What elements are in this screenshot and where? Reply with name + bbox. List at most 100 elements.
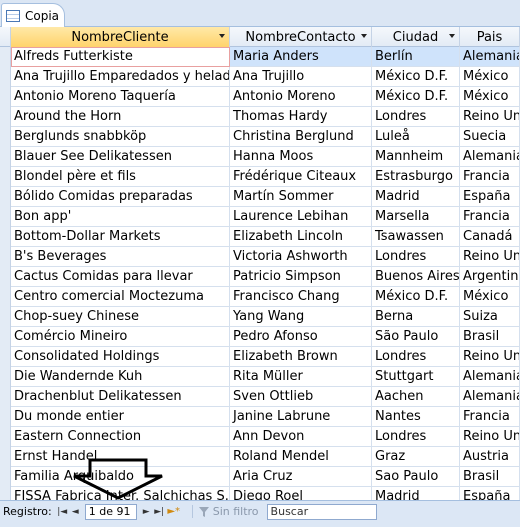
- column-header-ciudad[interactable]: Ciudad: [372, 27, 460, 47]
- table-row[interactable]: Die Wandernde Kuh Rita Müller Stuttgart Ale…: [0, 367, 520, 387]
- row-selector[interactable]: [0, 207, 11, 227]
- table-row[interactable]: Du monde entier Janine Labrune Nantes Franc…: [0, 407, 520, 427]
- table-cell[interactable]: Marsella: [372, 207, 460, 227]
- next-record-button[interactable]: ►: [140, 504, 153, 520]
- column-header-nombrecontacto[interactable]: NombreContacto: [230, 27, 372, 47]
- table-cell[interactable]: Brasil: [460, 327, 520, 347]
- table-cell[interactable]: Rita Müller: [230, 367, 372, 387]
- search-input[interactable]: Buscar: [266, 503, 377, 520]
- table-cell[interactable]: Stuttgart: [372, 367, 460, 387]
- table-cell[interactable]: Eastern Connection: [11, 427, 230, 447]
- table-cell[interactable]: Suecia: [460, 127, 520, 147]
- table-cell[interactable]: Elizabeth Brown: [230, 347, 372, 367]
- table-row[interactable]: Drachenblut Delikatessen Sven Ottlieb Aach…: [0, 387, 520, 407]
- table-cell[interactable]: Suiza: [460, 307, 520, 327]
- table-row[interactable]: Bólido Comidas preparadas Martín Sommer Ma…: [0, 187, 520, 207]
- select-all-button[interactable]: [0, 27, 11, 47]
- row-selector[interactable]: [0, 327, 11, 347]
- table-cell[interactable]: Aachen: [372, 387, 460, 407]
- table-cell[interactable]: Londres: [372, 427, 460, 447]
- table-cell[interactable]: Austria: [460, 447, 520, 467]
- table-row[interactable]: Centro comercial Moctezuma Francisco Chan…: [0, 287, 520, 307]
- table-cell[interactable]: Berlín: [372, 47, 460, 67]
- table-cell[interactable]: Reino Unido: [460, 107, 520, 127]
- table-cell[interactable]: Mannheim: [372, 147, 460, 167]
- table-cell[interactable]: Ana Trujillo Emparedados y helados: [11, 67, 230, 87]
- table-cell[interactable]: Francia: [460, 167, 520, 187]
- row-selector[interactable]: [0, 87, 11, 107]
- table-row[interactable]: Chop-suey Chinese Yang Wang Berna Suiza: [0, 307, 520, 327]
- table-cell[interactable]: Reino Unido: [460, 347, 520, 367]
- table-cell[interactable]: Hanna Moos: [230, 147, 372, 167]
- table-row[interactable]: Blauer See Delikatessen Hanna Moos Mannhei…: [0, 147, 520, 167]
- table-cell[interactable]: Berna: [372, 307, 460, 327]
- row-selector[interactable]: [0, 487, 11, 500]
- table-cell[interactable]: B's Beverages: [11, 247, 230, 267]
- table-cell[interactable]: Reino Unido: [460, 247, 520, 267]
- row-selector[interactable]: [0, 387, 11, 407]
- dropdown-arrow-icon[interactable]: [449, 34, 455, 38]
- table-cell[interactable]: México D.F.: [372, 87, 460, 107]
- table-cell[interactable]: México: [460, 67, 520, 87]
- table-cell[interactable]: Yang Wang: [230, 307, 372, 327]
- row-selector[interactable]: [0, 467, 11, 487]
- table-cell[interactable]: Francia: [460, 407, 520, 427]
- table-cell[interactable]: Comércio Mineiro: [11, 327, 230, 347]
- row-selector[interactable]: [0, 247, 11, 267]
- table-cell[interactable]: Tsawassen: [372, 227, 460, 247]
- table-cell[interactable]: Patricio Simpson: [230, 267, 372, 287]
- table-cell[interactable]: Elizabeth Lincoln: [230, 227, 372, 247]
- table-cell[interactable]: Roland Mendel: [230, 447, 372, 467]
- row-selector[interactable]: [0, 127, 11, 147]
- filter-toggle[interactable]: Sin filtro: [191, 505, 259, 518]
- column-header-pais[interactable]: Pais: [460, 27, 520, 47]
- table-cell[interactable]: Alemania: [460, 387, 520, 407]
- table-cell[interactable]: Antonio Moreno Taquería: [11, 87, 230, 107]
- table-cell[interactable]: Pedro Afonso: [230, 327, 372, 347]
- table-row[interactable]: Cactus Comidas para llevar Patricio Simps…: [0, 267, 520, 287]
- table-cell[interactable]: Thomas Hardy: [230, 107, 372, 127]
- table-cell[interactable]: Around the Horn: [11, 107, 230, 127]
- table-row[interactable]: Blondel père et fils Frédérique Citeaux Es…: [0, 167, 520, 187]
- table-cell[interactable]: Berglunds snabbköp: [11, 127, 230, 147]
- table-cell[interactable]: Francisco Chang: [230, 287, 372, 307]
- table-row[interactable]: Bon app' Laurence Lebihan Marsella Francia: [0, 207, 520, 227]
- table-cell[interactable]: España: [460, 187, 520, 207]
- table-cell[interactable]: Argentina: [460, 267, 520, 287]
- table-cell[interactable]: Alfreds Futterkiste: [11, 47, 230, 67]
- table-row[interactable]: Consolidated Holdings Elizabeth Brown Lond…: [0, 347, 520, 367]
- last-record-button[interactable]: ►|: [153, 504, 166, 520]
- table-cell[interactable]: Sao Paulo: [372, 467, 460, 487]
- row-selector[interactable]: [0, 287, 11, 307]
- table-cell[interactable]: Antonio Moreno: [230, 87, 372, 107]
- first-record-button[interactable]: |◄: [56, 504, 69, 520]
- table-cell[interactable]: Londres: [372, 347, 460, 367]
- table-row[interactable]: Ana Trujillo Emparedados y helados Ana Tr…: [0, 67, 520, 87]
- dropdown-arrow-icon[interactable]: [219, 34, 225, 38]
- table-cell[interactable]: Christina Berglund: [230, 127, 372, 147]
- table-cell[interactable]: Laurence Lebihan: [230, 207, 372, 227]
- table-row[interactable]: B's Beverages Victoria Ashworth Londres Rei…: [0, 247, 520, 267]
- table-cell[interactable]: Diego Roel: [230, 487, 372, 500]
- table-cell[interactable]: Blondel père et fils: [11, 167, 230, 187]
- table-cell[interactable]: Alemania: [460, 367, 520, 387]
- table-cell[interactable]: Du monde entier: [11, 407, 230, 427]
- table-cell[interactable]: Ana Trujillo: [230, 67, 372, 87]
- table-cell[interactable]: Bólido Comidas preparadas: [11, 187, 230, 207]
- row-selector[interactable]: [0, 347, 11, 367]
- table-cell[interactable]: Graz: [372, 447, 460, 467]
- table-cell[interactable]: Aria Cruz: [230, 467, 372, 487]
- table-cell[interactable]: Martín Sommer: [230, 187, 372, 207]
- previous-record-button[interactable]: ◄: [69, 504, 82, 520]
- table-cell[interactable]: Die Wandernde Kuh: [11, 367, 230, 387]
- table-cell[interactable]: Reino Unido: [460, 427, 520, 447]
- new-record-button[interactable]: ►*: [166, 504, 182, 520]
- row-selector[interactable]: [0, 447, 11, 467]
- table-row[interactable]: Eastern Connection Ann Devon Londres Reino …: [0, 427, 520, 447]
- table-row[interactable]: Berglunds snabbköp Christina Berglund Lule…: [0, 127, 520, 147]
- table-cell[interactable]: México D.F.: [372, 67, 460, 87]
- table-cell[interactable]: Luleå: [372, 127, 460, 147]
- table-row[interactable]: Antonio Moreno Taquería Antonio Moreno Méx…: [0, 87, 520, 107]
- row-selector[interactable]: [0, 67, 11, 87]
- row-selector[interactable]: [0, 367, 11, 387]
